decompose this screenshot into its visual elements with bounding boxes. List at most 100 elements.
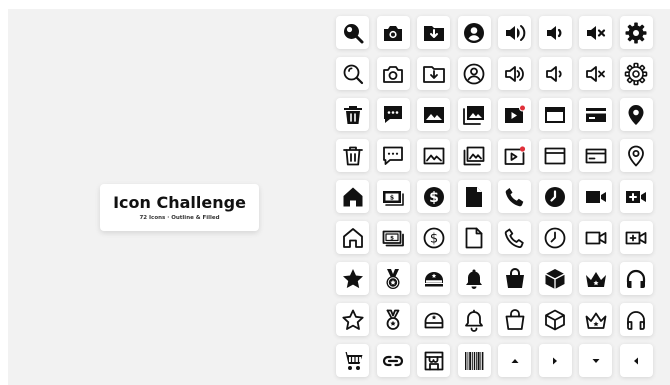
icon-tile[interactable] [579, 98, 612, 131]
icon-tile[interactable] [417, 16, 450, 49]
credit-card-outline-icon [585, 148, 606, 163]
icon-tile[interactable] [457, 344, 491, 377]
volume-low-filled-icon [547, 25, 562, 40]
icon-tile[interactable] [376, 57, 410, 90]
icon-tile[interactable] [457, 16, 491, 49]
icon-tile[interactable] [498, 221, 531, 254]
icon-tile[interactable] [619, 180, 653, 213]
icon-tile[interactable]: $ [417, 180, 450, 213]
icon-tile[interactable] [417, 344, 450, 377]
icon-tile[interactable] [538, 221, 572, 254]
icon-tile[interactable] [498, 57, 531, 90]
document-outline-icon [465, 227, 483, 248]
icon-tile[interactable] [619, 57, 653, 90]
icon-tile[interactable] [579, 139, 612, 172]
dollar-coin-filled-icon: $ [423, 186, 444, 207]
icon-tile[interactable] [336, 221, 369, 254]
icon-tile[interactable] [619, 262, 653, 295]
icon-tile[interactable] [336, 139, 369, 172]
icon-tile[interactable] [336, 344, 369, 377]
crown-outline-icon [585, 312, 606, 329]
icon-tile[interactable] [336, 180, 369, 213]
icon-tile[interactable] [457, 303, 491, 336]
icon-tile[interactable] [579, 344, 612, 377]
icon-tile[interactable] [417, 262, 450, 295]
icon-tile[interactable] [417, 139, 450, 172]
icon-tile[interactable] [498, 98, 531, 131]
icon-tile[interactable] [498, 344, 531, 377]
volume-low-outline-icon [546, 65, 562, 82]
icon-tile[interactable] [498, 262, 531, 295]
icon-tile[interactable] [538, 303, 572, 336]
icon-tile[interactable] [538, 180, 572, 213]
icon-tile[interactable] [457, 180, 491, 213]
icon-tile[interactable]: $ [376, 180, 410, 213]
icon-tile[interactable] [619, 139, 653, 172]
icon-tile[interactable] [457, 262, 491, 295]
box-filled-icon [544, 268, 566, 290]
store-icon [424, 351, 443, 370]
video-notification-outline-icon [504, 145, 525, 165]
icon-tile[interactable] [376, 344, 410, 377]
title-card: Icon Challenge 72 Icons · Outline & Fill… [100, 184, 259, 231]
phone-filled-icon [505, 187, 523, 206]
icon-tile[interactable] [498, 16, 531, 49]
icon-tile[interactable] [538, 139, 572, 172]
icon-tile[interactable] [619, 221, 653, 254]
video-add-filled-icon [626, 190, 646, 203]
cap-filled-icon [424, 271, 443, 286]
icon-tile[interactable] [336, 262, 369, 295]
icon-tile[interactable] [619, 303, 653, 336]
icon-tile[interactable] [457, 221, 491, 254]
trash-filled-icon [343, 105, 362, 124]
icon-tile[interactable] [538, 57, 572, 90]
icon-tile[interactable] [336, 16, 369, 49]
icon-tile[interactable] [376, 262, 410, 295]
icon-tile[interactable] [376, 16, 410, 49]
icon-tile[interactable] [579, 57, 612, 90]
browser-window-filled-icon [545, 106, 565, 123]
icon-tile[interactable] [498, 303, 531, 336]
icon-tile[interactable] [619, 98, 653, 131]
bell-outline-icon [465, 309, 483, 332]
icon-tile[interactable] [498, 180, 531, 213]
icon-tile[interactable] [336, 98, 369, 131]
title: Icon Challenge [113, 193, 246, 212]
icon-tile[interactable] [579, 16, 612, 49]
icon-tile[interactable] [498, 139, 531, 172]
icon-tile[interactable] [457, 57, 491, 90]
icon-tile[interactable] [376, 139, 410, 172]
icon-tile[interactable] [417, 303, 450, 336]
icon-tile[interactable] [457, 139, 491, 172]
svg-text:$: $ [429, 190, 439, 206]
icon-tile[interactable] [538, 98, 572, 131]
icon-tile[interactable] [579, 303, 612, 336]
icon-tile[interactable] [336, 303, 369, 336]
camera-filled-icon [384, 25, 402, 41]
icon-tile[interactable] [619, 344, 653, 377]
camera-outline-icon [383, 65, 403, 83]
icon-tile[interactable] [538, 344, 572, 377]
icon-tile[interactable] [538, 16, 572, 49]
icon-tile[interactable] [417, 57, 450, 90]
icon-tile[interactable] [417, 98, 450, 131]
svg-text:$: $ [429, 231, 437, 246]
icon-tile[interactable] [619, 16, 653, 49]
cap-outline-icon [424, 312, 443, 328]
icon-tile[interactable] [376, 303, 410, 336]
icon-tile[interactable] [579, 262, 612, 295]
credit-card-filled-icon [585, 107, 606, 122]
icon-tile[interactable]: $ [376, 221, 410, 254]
money-outline-icon: $ [382, 230, 404, 246]
icon-tile[interactable] [457, 98, 491, 131]
icon-tile[interactable]: $ [417, 221, 450, 254]
settings-filled-icon [625, 22, 647, 43]
icon-tile[interactable] [376, 98, 410, 131]
icon-tile[interactable] [538, 262, 572, 295]
icon-tile[interactable] [336, 57, 369, 90]
shopping-bag-filled-icon [505, 267, 524, 288]
icon-tile[interactable] [579, 180, 612, 213]
icon-tile[interactable] [579, 221, 612, 254]
settings-outline-icon [624, 62, 648, 85]
dollar-coin-outline-icon: $ [423, 227, 444, 248]
